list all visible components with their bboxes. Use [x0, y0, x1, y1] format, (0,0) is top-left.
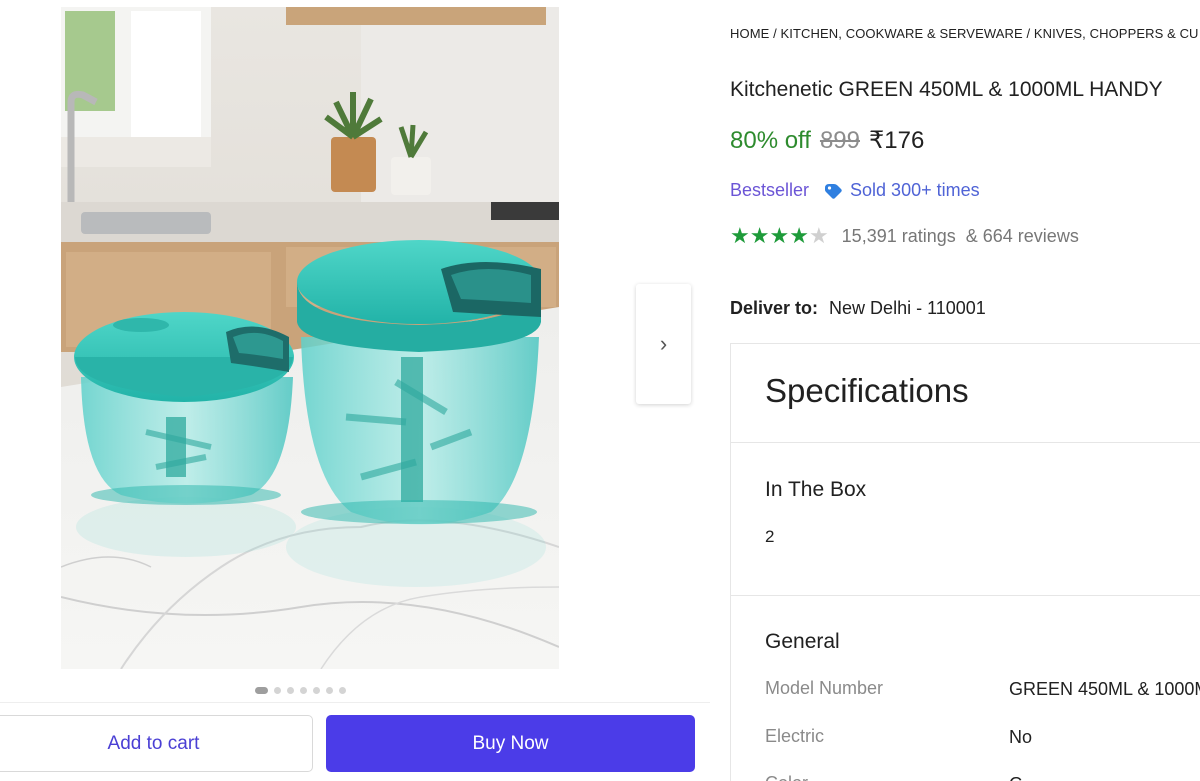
deliver-to-label: Deliver to:: [730, 298, 819, 318]
discount-label: 80% off: [730, 127, 811, 154]
chevron-right-icon: ›: [659, 331, 668, 356]
carousel-dot[interactable]: [326, 686, 333, 694]
star-icon: ★: [749, 223, 770, 248]
badges-row: Bestseller Sold 300+ times: [730, 180, 980, 201]
divider: [731, 442, 1200, 443]
reviews-count: & 664 reviews: [965, 225, 1079, 246]
ratings-row[interactable]: ★ ★ ★ ★ ★ 15,391 ratings & 664 reviews: [730, 225, 1079, 247]
star-icon: ★: [769, 223, 790, 248]
product-title: Kitchenetic GREEN 450ML & 1000ML HANDY: [730, 78, 1163, 101]
carousel-dot[interactable]: [339, 686, 346, 694]
sold-count-badge: Sold 300+ times: [823, 180, 980, 201]
specifications-heading: Specifications: [765, 372, 969, 409]
in-the-box-value: 2: [765, 527, 775, 546]
spec-value: No: [1009, 727, 1033, 747]
star-icon: ★: [789, 223, 809, 248]
selling-price: ₹176: [869, 127, 925, 154]
spec-value: GREEN 450ML & 1000M: [1009, 679, 1200, 699]
original-price: 899: [819, 127, 860, 154]
divider: [731, 595, 1200, 596]
specifications-card: Specifications In The Box 2 General Mode…: [730, 343, 1200, 781]
carousel-dot[interactable]: [313, 686, 320, 694]
star-rating: ★ ★ ★ ★ ★: [730, 225, 829, 247]
sold-count-text: Sold 300+ times: [850, 180, 980, 200]
bestseller-badge: Bestseller: [730, 180, 810, 200]
tag-icon: [825, 183, 842, 199]
chopper-photo: [61, 7, 559, 669]
carousel-dot[interactable]: [274, 686, 281, 694]
buy-now-button[interactable]: Buy Now: [326, 715, 695, 772]
product-info-panel: HOME / KITCHEN, COOKWARE & SERVEWARE / K…: [730, 0, 1200, 781]
breadcrumb[interactable]: HOME / KITCHEN, COOKWARE & SERVEWARE / K…: [730, 26, 1199, 41]
ratings-count: 15,391 ratings: [841, 225, 956, 246]
product-page: › Add to cart Buy Now HOME / KITCHEN, CO…: [0, 0, 1200, 781]
image-carousel-dots[interactable]: [255, 685, 346, 695]
spec-label: Model Number: [765, 678, 884, 698]
spec-value: G: [1009, 774, 1023, 781]
action-bar: Add to cart Buy Now: [0, 702, 710, 781]
general-heading: General: [765, 630, 840, 653]
deliver-location-value: New Delhi - 110001: [829, 298, 986, 318]
carousel-dot[interactable]: [300, 686, 307, 694]
star-icon: ★: [730, 223, 750, 248]
star-icon: ★: [808, 223, 829, 248]
spec-label: Electric: [765, 726, 825, 746]
price-row: 80% off 899 ₹176: [730, 126, 924, 155]
delivery-location[interactable]: Deliver to: New Delhi - 110001: [730, 298, 986, 319]
carousel-dot[interactable]: [287, 686, 294, 694]
product-image[interactable]: [61, 7, 559, 669]
spec-label: Color: [765, 773, 808, 781]
next-image-button[interactable]: ›: [636, 284, 691, 404]
add-to-cart-button[interactable]: Add to cart: [0, 715, 313, 772]
carousel-dot[interactable]: [255, 686, 268, 694]
in-the-box-heading: In The Box: [765, 478, 867, 501]
